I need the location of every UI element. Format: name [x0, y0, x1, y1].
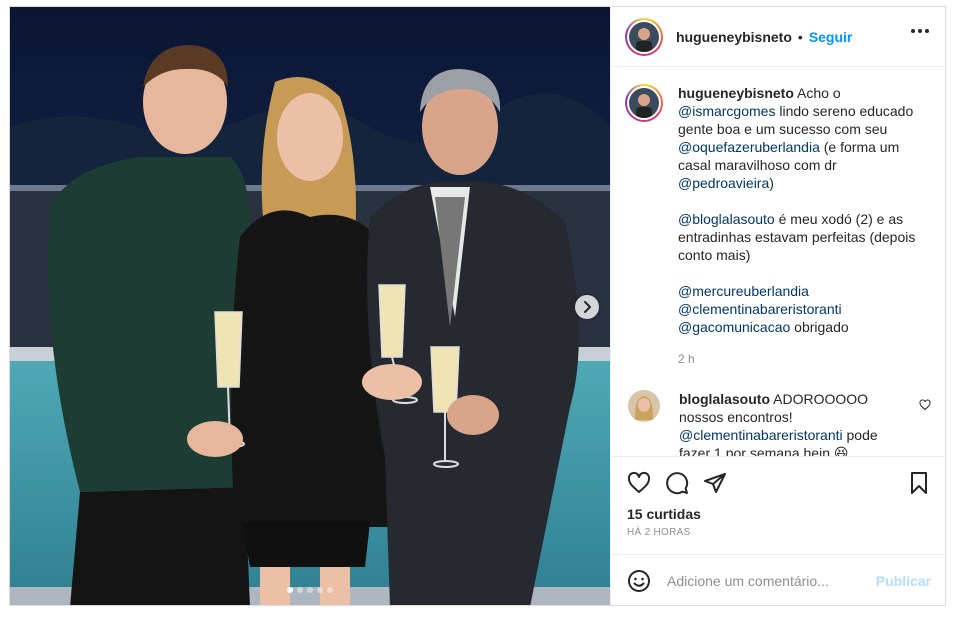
carousel-dot: [327, 587, 333, 593]
post-side-panel: hugueneybisneto • Seguir hugueneybisneto…: [610, 7, 945, 605]
header-avatar[interactable]: [625, 17, 663, 56]
caption-username[interactable]: hugueneybisneto: [678, 85, 794, 101]
caption-text-segment: Acho o: [793, 85, 841, 101]
comment-username[interactable]: bloglalasouto: [679, 391, 770, 407]
post-photo[interactable]: [10, 7, 610, 605]
comments-section[interactable]: hugueneybisneto Acho o @ismarcgomes lind…: [611, 68, 945, 456]
caption-text-segment: ): [769, 175, 774, 191]
more-options-icon[interactable]: [911, 29, 929, 33]
publish-button[interactable]: Publicar: [876, 573, 931, 589]
mention-link[interactable]: @clementinabareristoranti: [678, 301, 842, 317]
post-time-ago[interactable]: HÁ 2 HORAS: [627, 527, 931, 538]
avatar-image: [629, 88, 659, 118]
mention-link[interactable]: @oquefazeruberlandia: [678, 139, 820, 155]
mention-link[interactable]: @mercureuberlandia: [678, 283, 809, 299]
caption-text: hugueneybisneto Acho o @ismarcgomes lind…: [678, 84, 923, 368]
photo-illustration: [10, 7, 610, 605]
share-icon[interactable]: [703, 471, 727, 495]
mention-link[interactable]: @gacomunicacao: [678, 319, 790, 335]
carousel-indicator: [10, 587, 610, 593]
mention-link[interactable]: @clementinabareristoranti: [679, 427, 843, 443]
header-separator: •: [797, 28, 803, 45]
mention-link[interactable]: @ismarcgomes: [678, 103, 775, 119]
carousel-dot: [317, 587, 323, 593]
comment-input[interactable]: [667, 573, 876, 589]
comment-item: bloglalasouto ADOROOOOO nossos encontros…: [625, 390, 931, 456]
post-header: hugueneybisneto • Seguir: [611, 7, 945, 67]
heart-icon[interactable]: [627, 471, 651, 495]
comment-like-heart-icon[interactable]: [919, 398, 931, 416]
caption: hugueneybisneto Acho o @ismarcgomes lind…: [625, 84, 931, 368]
likes-count[interactable]: 15 curtidas: [627, 506, 931, 522]
avatar-image: [629, 21, 659, 52]
caption-text-segment: obrigado: [790, 319, 849, 335]
comment-icon[interactable]: [665, 471, 689, 495]
carousel-next-button[interactable]: [575, 295, 599, 319]
mention-link[interactable]: @bloglalasouto: [678, 211, 775, 227]
chevron-right-icon: [584, 301, 591, 313]
carousel-dot: [307, 587, 313, 593]
post-modal: hugueneybisneto • Seguir hugueneybisneto…: [9, 6, 946, 606]
carousel-dot: [297, 587, 303, 593]
emoji-icon[interactable]: [627, 569, 651, 593]
comment-text: bloglalasouto ADOROOOOO nossos encontros…: [679, 390, 904, 456]
avatar-image: [628, 390, 660, 422]
carousel-dot: [287, 587, 293, 593]
bookmark-icon[interactable]: [907, 471, 931, 495]
caption-avatar[interactable]: [625, 84, 663, 122]
post-actions: 15 curtidas HÁ 2 HORAS: [611, 456, 945, 538]
add-comment-bar: Publicar: [611, 554, 945, 605]
header-username[interactable]: hugueneybisneto: [676, 29, 792, 45]
follow-button[interactable]: Seguir: [809, 29, 853, 45]
comment-avatar[interactable]: [628, 390, 660, 422]
mention-link[interactable]: @pedroavieira: [678, 175, 769, 191]
caption-timestamp[interactable]: 2 h: [678, 350, 923, 368]
